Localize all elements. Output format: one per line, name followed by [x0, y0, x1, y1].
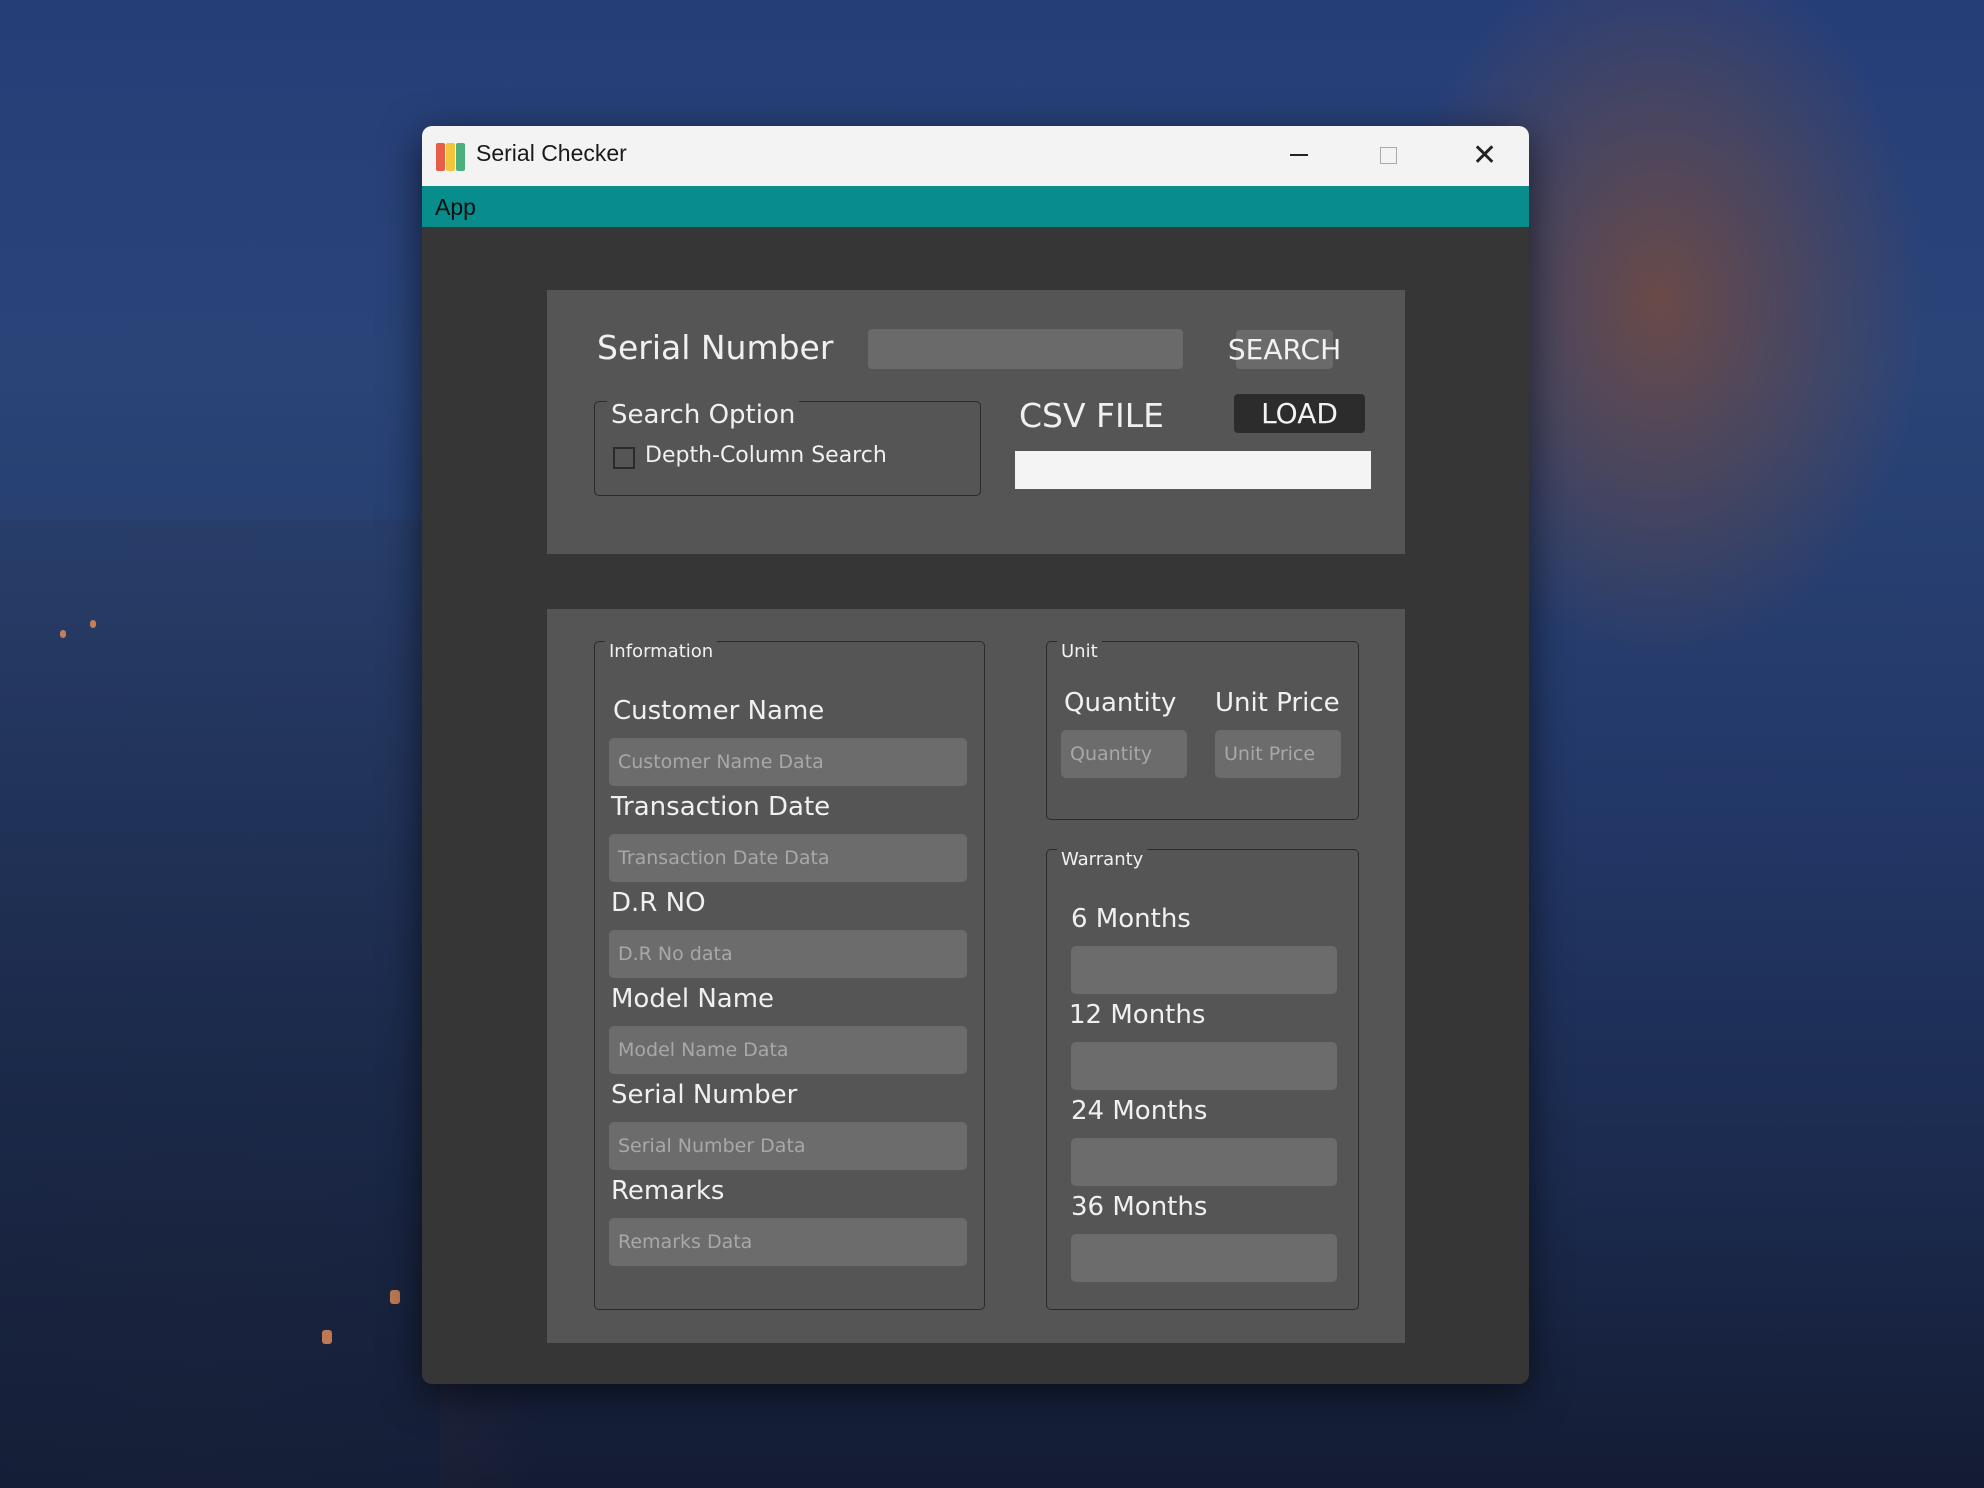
- wallpaper-city: [0, 520, 440, 1488]
- depth-column-checkbox-label[interactable]: Depth-Column Search: [645, 443, 887, 468]
- warranty-6-months-field[interactable]: [1071, 946, 1337, 994]
- information-group-title: Information: [605, 641, 718, 662]
- unit-group-title: Unit: [1057, 641, 1102, 662]
- title-bar[interactable]: Serial Checker ✕: [422, 126, 1529, 186]
- customer-name-field[interactable]: Customer Name Data: [609, 738, 967, 786]
- load-button[interactable]: LOAD: [1234, 394, 1365, 433]
- customer-name-label: Customer Name: [613, 696, 825, 726]
- unit-price-label: Unit Price: [1215, 688, 1340, 718]
- search-option-title: Search Option: [607, 400, 800, 430]
- menu-bar: App: [422, 186, 1529, 227]
- unit-group: Unit Quantity Quantity Unit Price Unit P…: [1046, 641, 1359, 820]
- unit-price-field[interactable]: Unit Price: [1215, 730, 1341, 778]
- warranty-12-months-label: 12 Months: [1069, 1000, 1206, 1030]
- remarks-field[interactable]: Remarks Data: [609, 1218, 967, 1266]
- warranty-24-months-label: 24 Months: [1071, 1096, 1208, 1126]
- warranty-12-months-field[interactable]: [1071, 1042, 1337, 1090]
- menu-item-app[interactable]: App: [435, 194, 476, 221]
- depth-column-checkbox[interactable]: [613, 447, 635, 469]
- warranty-group-title: Warranty: [1057, 849, 1148, 870]
- remarks-label: Remarks: [611, 1176, 725, 1206]
- serial-number-field-label: Serial Number: [611, 1080, 798, 1110]
- app-logo-icon: [436, 143, 466, 171]
- quantity-field[interactable]: Quantity: [1061, 730, 1187, 778]
- maximize-icon: [1380, 147, 1397, 164]
- serial-number-input[interactable]: [868, 329, 1183, 369]
- wallpaper-light: [390, 1290, 400, 1304]
- app-window: Serial Checker ✕ App Serial Number SEARC…: [422, 126, 1529, 1384]
- wallpaper-light: [90, 620, 96, 628]
- warranty-36-months-label: 36 Months: [1071, 1192, 1208, 1222]
- maximize-button[interactable]: [1344, 126, 1434, 186]
- warranty-24-months-field[interactable]: [1071, 1138, 1337, 1186]
- csv-file-label: CSV FILE: [1019, 396, 1165, 435]
- close-icon: ✕: [1472, 138, 1498, 173]
- csv-path-field[interactable]: [1015, 451, 1371, 489]
- quantity-label: Quantity: [1064, 688, 1177, 718]
- wallpaper-light: [322, 1330, 332, 1344]
- serial-number-field[interactable]: Serial Number Data: [609, 1122, 967, 1170]
- close-button[interactable]: ✕: [1436, 126, 1526, 186]
- warranty-6-months-label: 6 Months: [1071, 904, 1191, 934]
- window-title: Serial Checker: [476, 140, 627, 166]
- details-panel: Information Customer Name Customer Name …: [547, 609, 1405, 1343]
- minimize-icon: [1290, 154, 1308, 156]
- dr-no-field[interactable]: D.R No data: [609, 930, 967, 978]
- dr-no-label: D.R NO: [611, 888, 706, 918]
- minimize-button[interactable]: [1254, 126, 1344, 186]
- serial-number-label: Serial Number: [597, 328, 834, 367]
- information-group: Information Customer Name Customer Name …: [594, 641, 985, 1310]
- transaction-date-field[interactable]: Transaction Date Data: [609, 834, 967, 882]
- search-button[interactable]: SEARCH: [1228, 330, 1341, 369]
- transaction-date-label: Transaction Date: [611, 792, 831, 822]
- warranty-36-months-field[interactable]: [1071, 1234, 1337, 1282]
- search-option-group: Search Option Depth-Column Search: [594, 400, 981, 496]
- wallpaper-light: [60, 630, 66, 638]
- search-panel: Serial Number SEARCH Search Option Depth…: [547, 290, 1405, 554]
- model-name-label: Model Name: [611, 984, 775, 1014]
- model-name-field[interactable]: Model Name Data: [609, 1026, 967, 1074]
- warranty-group: Warranty 6 Months 12 Months 24 Months 36…: [1046, 849, 1359, 1310]
